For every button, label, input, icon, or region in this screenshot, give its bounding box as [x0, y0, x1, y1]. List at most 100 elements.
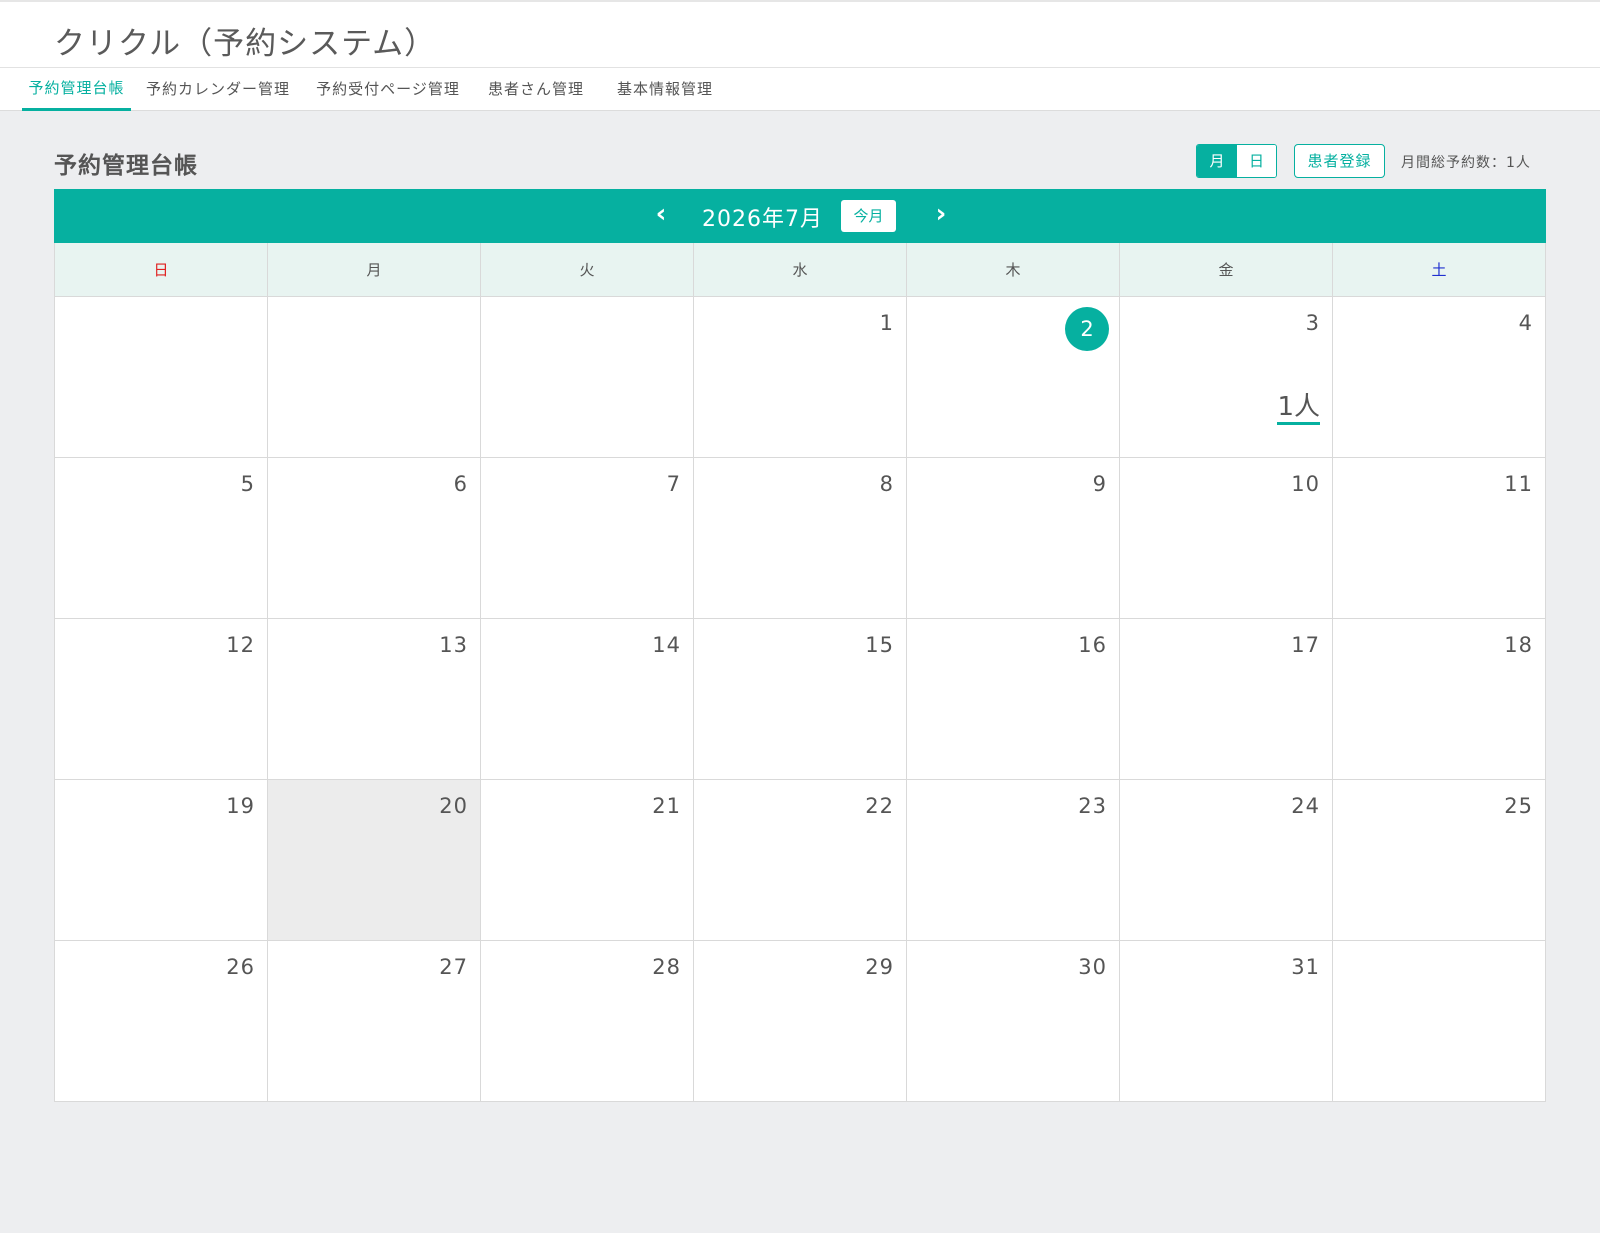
- weekday-thursday: 木: [907, 243, 1120, 296]
- weekday-friday: 金: [1120, 243, 1333, 296]
- calendar-day-cell[interactable]: 16: [907, 619, 1120, 779]
- calendar-day-cell[interactable]: 2: [907, 297, 1120, 457]
- weekday-wednesday: 水: [694, 243, 907, 296]
- calendar-week-row: 19 20 21 22 23 24 25: [54, 780, 1546, 941]
- calendar-day-cell[interactable]: 9: [907, 458, 1120, 618]
- weekday-row: 日 月 火 水 木 金 土: [54, 243, 1546, 297]
- day-number: 30: [1078, 955, 1107, 979]
- main-nav: 予約管理台帳 予約カレンダー管理 予約受付ページ管理 患者さん管理 基本情報管理: [0, 68, 1600, 111]
- calendar: ‹ 2026年7月 今月 › 日 月 火 水 木 金 土 1 2 3 1人 4 5 6 7 8 9…: [54, 189, 1546, 1102]
- calendar-empty-cell: [481, 297, 694, 457]
- day-number: 9: [1092, 472, 1107, 496]
- weekday-sunday: 日: [55, 243, 268, 296]
- day-number: 5: [240, 472, 255, 496]
- app-header: クリクル（予約システム）: [0, 0, 1600, 68]
- weekday-saturday: 土: [1333, 243, 1546, 296]
- calendar-day-cell[interactable]: 19: [55, 780, 268, 940]
- nav-item-basic-info-management[interactable]: 基本情報管理: [610, 68, 720, 111]
- today-day-number: 2: [1065, 307, 1109, 351]
- day-number: 28: [652, 955, 681, 979]
- day-number: 19: [226, 794, 255, 818]
- prev-month-icon[interactable]: ‹: [646, 200, 676, 230]
- calendar-week-row: 12 13 14 15 16 17 18: [54, 619, 1546, 780]
- month-view-button[interactable]: 月: [1197, 145, 1237, 177]
- calendar-month-label: 2026年7月: [702, 207, 823, 232]
- nav-item-calendar-management[interactable]: 予約カレンダー管理: [142, 68, 294, 111]
- day-number: 29: [865, 955, 894, 979]
- day-number: 1: [879, 311, 894, 335]
- day-number: 3: [1305, 311, 1320, 335]
- weekday-monday: 月: [268, 243, 481, 296]
- day-number: 21: [652, 794, 681, 818]
- day-number: 4: [1518, 311, 1533, 335]
- next-month-icon[interactable]: ›: [926, 200, 956, 230]
- calendar-day-cell[interactable]: 22: [694, 780, 907, 940]
- day-number: 16: [1078, 633, 1107, 657]
- nav-item-reservation-ledger[interactable]: 予約管理台帳: [22, 68, 131, 111]
- calendar-day-cell[interactable]: 27: [268, 941, 481, 1101]
- calendar-day-cell[interactable]: 24: [1120, 780, 1333, 940]
- weekday-tuesday: 火: [481, 243, 694, 296]
- calendar-day-cell[interactable]: 23: [907, 780, 1120, 940]
- register-patient-button[interactable]: 患者登録: [1294, 144, 1385, 178]
- calendar-grid: 1 2 3 1人 4 5 6 7 8 9 10 11 12 13 14 15 16 17 18 19 20 21 22 23 2…: [54, 297, 1546, 1102]
- page-title: 予約管理台帳: [54, 153, 198, 179]
- day-number: 31: [1291, 955, 1320, 979]
- day-number: 6: [453, 472, 468, 496]
- day-number: 12: [226, 633, 255, 657]
- app-title: クリクル（予約システム）: [54, 26, 437, 62]
- calendar-day-cell[interactable]: 29: [694, 941, 907, 1101]
- calendar-day-cell[interactable]: 21: [481, 780, 694, 940]
- calendar-day-cell[interactable]: 4: [1333, 297, 1546, 457]
- calendar-header: ‹ 2026年7月 今月 ›: [54, 189, 1546, 243]
- reservation-count-link[interactable]: 1人: [1277, 392, 1320, 425]
- calendar-empty-cell: [268, 297, 481, 457]
- calendar-day-cell[interactable]: 10: [1120, 458, 1333, 618]
- calendar-day-cell[interactable]: 30: [907, 941, 1120, 1101]
- calendar-day-cell[interactable]: 25: [1333, 780, 1546, 940]
- day-number: 24: [1291, 794, 1320, 818]
- calendar-day-cell[interactable]: 12: [55, 619, 268, 779]
- calendar-empty-cell: [55, 297, 268, 457]
- day-number: 15: [865, 633, 894, 657]
- day-number: 18: [1504, 633, 1533, 657]
- calendar-day-cell[interactable]: 7: [481, 458, 694, 618]
- calendar-day-cell[interactable]: 13: [268, 619, 481, 779]
- calendar-day-cell[interactable]: 20: [268, 780, 481, 940]
- nav-item-reception-page-management[interactable]: 予約受付ページ管理: [312, 68, 464, 111]
- day-number: 7: [666, 472, 681, 496]
- day-number: 20: [439, 794, 468, 818]
- calendar-day-cell[interactable]: 8: [694, 458, 907, 618]
- day-number: 25: [1504, 794, 1533, 818]
- day-number: 27: [439, 955, 468, 979]
- day-number: 14: [652, 633, 681, 657]
- calendar-day-cell[interactable]: 15: [694, 619, 907, 779]
- day-number: 8: [879, 472, 894, 496]
- day-number: 17: [1291, 633, 1320, 657]
- calendar-week-row: 26 27 28 29 30 31: [54, 941, 1546, 1102]
- day-number: 11: [1504, 472, 1533, 496]
- day-number: 10: [1291, 472, 1320, 496]
- calendar-week-row: 5 6 7 8 9 10 11: [54, 458, 1546, 619]
- current-month-button[interactable]: 今月: [841, 200, 896, 232]
- calendar-empty-cell: [1333, 941, 1546, 1101]
- calendar-day-cell[interactable]: 6: [268, 458, 481, 618]
- nav-item-patient-management[interactable]: 患者さん管理: [481, 68, 591, 111]
- calendar-day-cell[interactable]: 31: [1120, 941, 1333, 1101]
- day-view-button[interactable]: 日: [1237, 145, 1276, 177]
- calendar-day-cell[interactable]: 5: [55, 458, 268, 618]
- calendar-day-cell[interactable]: 28: [481, 941, 694, 1101]
- day-number: 26: [226, 955, 255, 979]
- calendar-week-row: 1 2 3 1人 4: [54, 297, 1546, 458]
- calendar-day-cell[interactable]: 26: [55, 941, 268, 1101]
- calendar-day-cell[interactable]: 11: [1333, 458, 1546, 618]
- calendar-day-cell[interactable]: 3 1人: [1120, 297, 1333, 457]
- day-number: 23: [1078, 794, 1107, 818]
- view-toggle: 月 日: [1196, 144, 1277, 178]
- calendar-day-cell[interactable]: 1: [694, 297, 907, 457]
- calendar-day-cell[interactable]: 17: [1120, 619, 1333, 779]
- calendar-day-cell[interactable]: 18: [1333, 619, 1546, 779]
- monthly-total-label: 月間総予約数：1人: [1401, 155, 1531, 171]
- day-number: 13: [439, 633, 468, 657]
- calendar-day-cell[interactable]: 14: [481, 619, 694, 779]
